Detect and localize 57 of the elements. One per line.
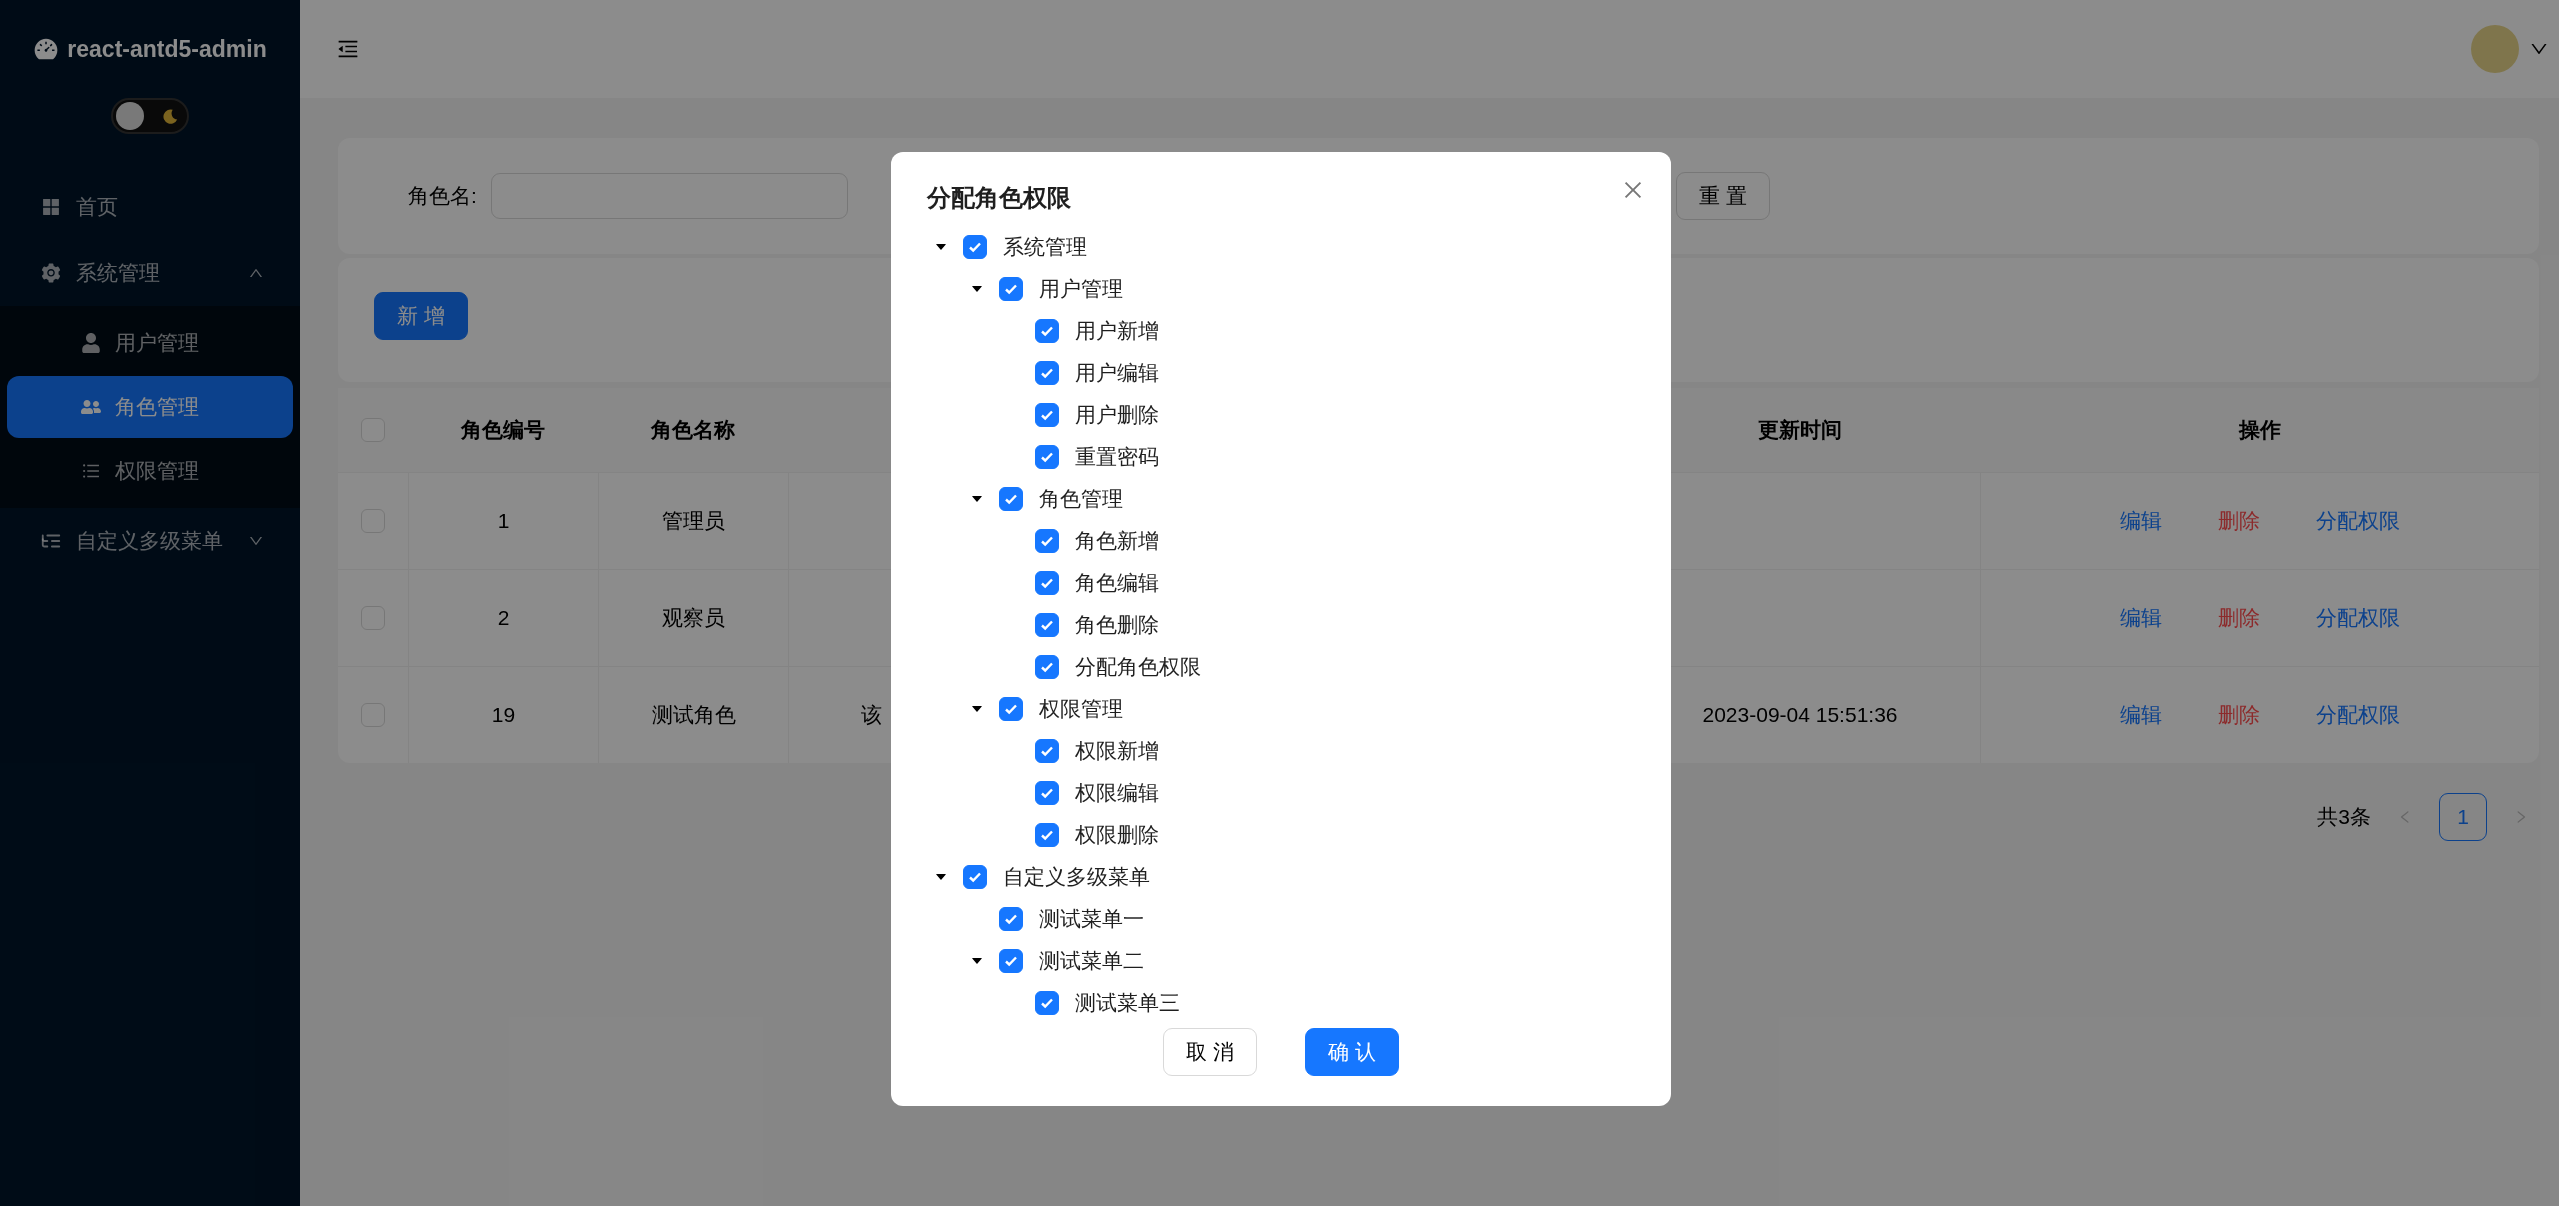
table-cell: 2: [497, 606, 510, 630]
tree-node-label[interactable]: 用户管理: [1031, 275, 1131, 303]
app-logo-text: react-antd5-admin: [67, 35, 267, 63]
checkbox[interactable]: [1035, 781, 1059, 805]
tree-node-label[interactable]: 权限编辑: [1067, 779, 1167, 807]
dialog-title: 分配角色权限: [927, 183, 1072, 213]
table-cell-text: 观察员: [662, 605, 725, 631]
tree-node-label[interactable]: 测试菜单三: [1067, 989, 1188, 1017]
table-cell: 19: [491, 703, 516, 727]
table-cell: 1: [497, 509, 510, 533]
checkbox[interactable]: [1035, 613, 1059, 637]
tree-node-label[interactable]: 角色删除: [1067, 611, 1167, 639]
field-label: 角色名:: [408, 183, 477, 209]
checkbox[interactable]: [1035, 445, 1059, 469]
checkbox[interactable]: [1035, 571, 1059, 595]
checkbox[interactable]: [963, 235, 987, 259]
tree-node-label[interactable]: 用户编辑: [1067, 359, 1167, 387]
checkbox[interactable]: [999, 949, 1023, 973]
checkbox[interactable]: [1035, 403, 1059, 427]
theme-toggle[interactable]: [111, 98, 189, 134]
table-cell-text: 测试角色: [651, 702, 736, 728]
checkbox[interactable]: [1035, 739, 1059, 763]
dashboard-icon: [33, 36, 60, 62]
checkbox[interactable]: [999, 487, 1023, 511]
tree-node-label[interactable]: 权限新增: [1067, 737, 1167, 765]
checkbox[interactable]: [999, 907, 1023, 931]
tree-node-label[interactable]: 分配角色权限: [1067, 653, 1209, 681]
tree-node-label[interactable]: 角色编辑: [1067, 569, 1167, 597]
checkbox[interactable]: [1035, 319, 1059, 343]
checkbox[interactable]: [963, 865, 987, 889]
tree-node-label[interactable]: 系统管理: [995, 233, 1095, 261]
confirm-button[interactable]: 确 认: [1305, 1028, 1399, 1076]
tree-node-label[interactable]: 用户新增: [1067, 317, 1167, 345]
tree-node-label[interactable]: 角色管理: [1031, 485, 1131, 513]
cancel-button[interactable]: 取 消: [1163, 1028, 1257, 1076]
checkbox[interactable]: [1035, 361, 1059, 385]
checkbox[interactable]: [1035, 823, 1059, 847]
tree-node-label[interactable]: 自定义多级菜单: [995, 863, 1158, 891]
tree-node-label[interactable]: 测试菜单二: [1031, 947, 1152, 975]
table-cell: 2023-09-04 15:51:36: [1702, 703, 1898, 727]
reset-button[interactable]: 重 置: [1675, 172, 1770, 220]
users-icon: [81, 397, 101, 417]
table-cell-text: 该: [861, 702, 882, 728]
total-count: 共3条: [2317, 804, 2371, 830]
checkbox[interactable]: [1035, 655, 1059, 679]
checkbox[interactable]: [999, 277, 1023, 301]
checkbox[interactable]: [1035, 529, 1059, 553]
tree-node-label[interactable]: 用户删除: [1067, 401, 1167, 429]
checkbox[interactable]: [1035, 991, 1059, 1015]
moon-icon: [161, 107, 179, 125]
tree-node-label[interactable]: 角色新增: [1067, 527, 1167, 555]
tree-node-label[interactable]: 权限管理: [1031, 695, 1131, 723]
tree-node-label[interactable]: 测试菜单一: [1031, 905, 1152, 933]
table-cell-text: 管理员: [662, 508, 725, 534]
checkbox[interactable]: [999, 697, 1023, 721]
tree-node-label[interactable]: 权限删除: [1067, 821, 1167, 849]
tree-node-label[interactable]: 重置密码: [1067, 443, 1167, 471]
